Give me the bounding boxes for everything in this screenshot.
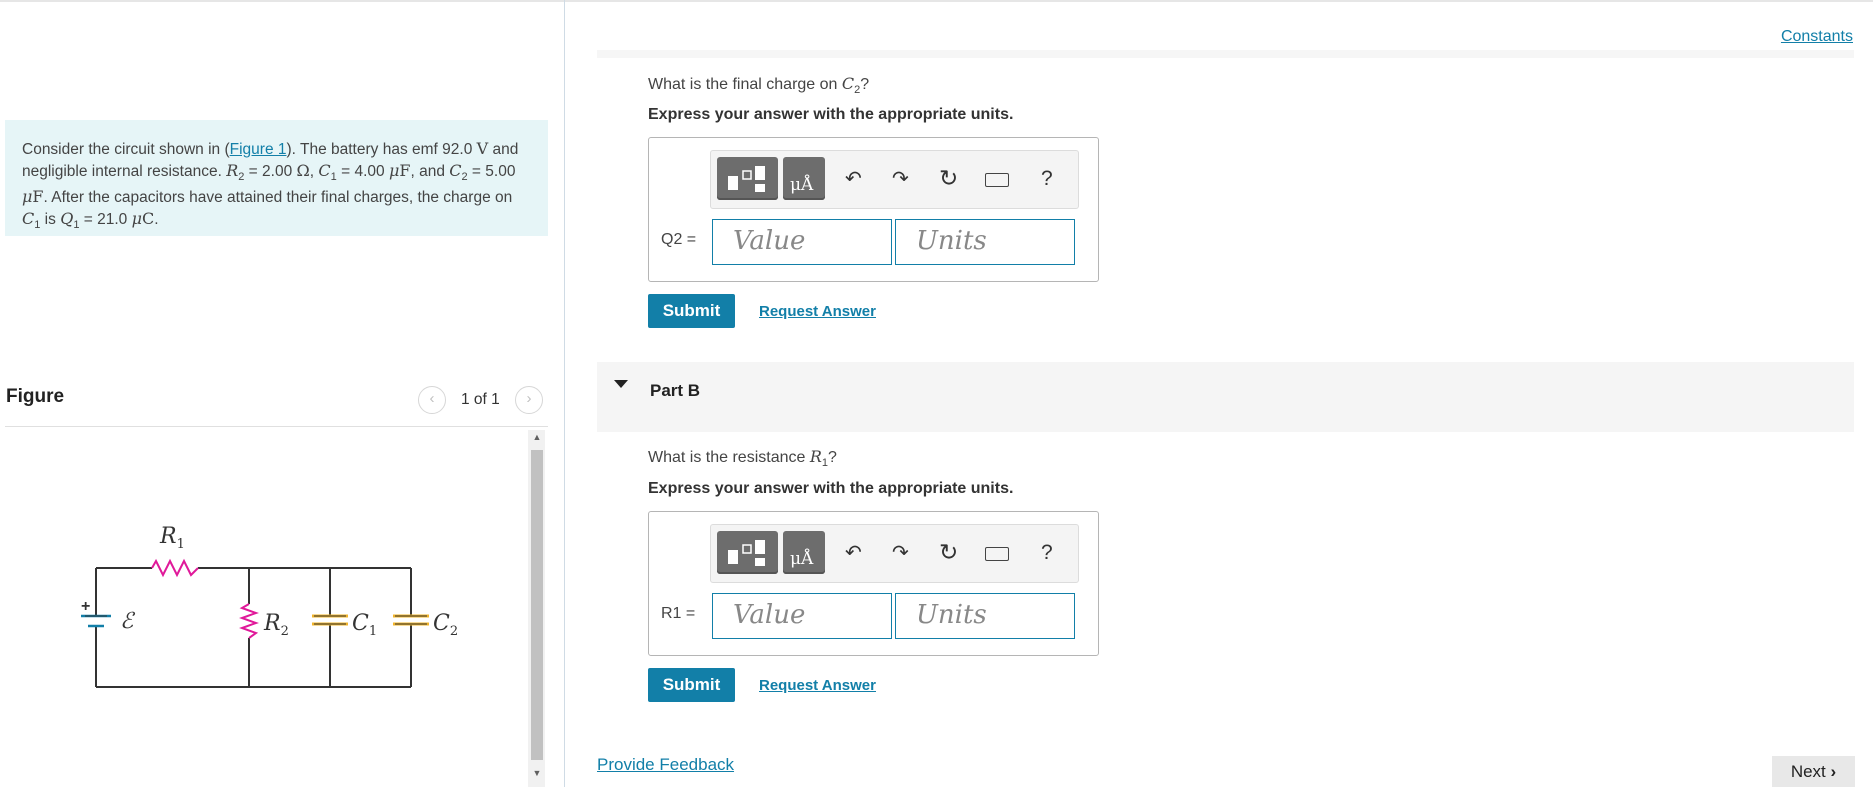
label-r2: R2	[263, 611, 289, 639]
resistor-r1	[151, 558, 199, 578]
chevron-right-icon: ›	[526, 390, 532, 407]
figure-header: Figure ‹ 1 of 1 ›	[5, 384, 548, 427]
svg-text:+: +	[81, 598, 90, 615]
label-c2: C2	[433, 611, 458, 639]
templates-icon	[728, 166, 765, 192]
undo-icon[interactable]: ↶	[845, 540, 862, 565]
units-icon: μÅ	[790, 175, 814, 195]
figure-title: Figure	[6, 386, 65, 407]
label-c1: C1	[352, 611, 377, 639]
r1-units-input[interactable]: Units	[895, 593, 1075, 639]
scroll-up-arrow[interactable]: ▲	[531, 432, 543, 444]
part-a-submit-button[interactable]: Submit	[648, 294, 735, 328]
chevron-left-icon: ‹	[429, 390, 435, 407]
next-button[interactable]: Next ›	[1772, 756, 1855, 787]
redo-icon[interactable]: ↷	[892, 166, 909, 191]
resistor-r2	[239, 603, 259, 639]
caret-down-icon	[614, 380, 628, 388]
templates-button[interactable]	[717, 157, 778, 200]
keyboard-icon[interactable]	[985, 547, 1009, 561]
part-b-submit-button[interactable]: Submit	[648, 668, 735, 702]
part-b-header[interactable]: Part B	[597, 362, 1854, 432]
next-figure-button[interactable]: ›	[515, 386, 543, 414]
units-icon: μÅ	[790, 549, 814, 569]
part-b-label: Part B	[650, 381, 701, 400]
reset-icon[interactable]: ↻	[939, 539, 958, 566]
figure-area: + R1 R2 C1 C2 ℰ	[5, 428, 527, 787]
scrollbar-thumb[interactable]	[531, 450, 543, 760]
constants-link[interactable]: Constants	[1781, 28, 1853, 46]
part-a-answer-box: μÅ ↶ ↷ ↻ ? Q2 = Value Units	[648, 137, 1099, 282]
part-b-answer-box: μÅ ↶ ↷ ↻ ? R1 = Value Units	[648, 511, 1099, 656]
help-icon[interactable]: ?	[1041, 541, 1053, 565]
top-border	[0, 0, 1873, 2]
part-b-request-answer[interactable]: Request Answer	[759, 677, 876, 694]
part-b-question: What is the resistance R1?	[648, 447, 837, 470]
undo-icon[interactable]: ↶	[845, 166, 862, 191]
problem-statement: Consider the circuit shown in (Figure 1)…	[5, 120, 548, 236]
r1-value-input[interactable]: Value	[712, 593, 892, 639]
scroll-down-arrow[interactable]: ▼	[531, 768, 543, 780]
label-emf: ℰ	[120, 609, 136, 634]
q2-value-input[interactable]: Value	[712, 219, 892, 265]
redo-icon[interactable]: ↷	[892, 540, 909, 565]
part-a-header-band	[597, 50, 1854, 58]
templates-icon	[728, 540, 765, 566]
part-a-question: What is the final charge on C2?	[648, 74, 870, 97]
part-a-request-answer[interactable]: Request Answer	[759, 303, 876, 320]
reset-icon[interactable]: ↻	[939, 165, 958, 192]
q2-units-input[interactable]: Units	[895, 219, 1075, 265]
q2-label: Q2 =	[661, 231, 697, 248]
chevron-right-icon: ›	[1830, 761, 1837, 781]
provide-feedback-link[interactable]: Provide Feedback	[597, 755, 734, 775]
templates-button[interactable]	[717, 531, 778, 574]
keyboard-icon[interactable]	[985, 173, 1009, 187]
circuit-diagram: + R1 R2 C1 C2 ℰ	[81, 524, 458, 688]
capacitor-c1	[312, 614, 348, 626]
pane-divider	[564, 0, 565, 787]
math-toolbar: μÅ ↶ ↷ ↻ ?	[710, 524, 1079, 583]
label-r1: R1	[159, 524, 185, 552]
figure-pagination: 1 of 1	[461, 391, 500, 408]
figure-link[interactable]: Figure 1	[230, 141, 287, 158]
part-a-instruction: Express your answer with the appropriate…	[648, 106, 1014, 123]
capacitor-c2	[393, 614, 429, 626]
help-icon[interactable]: ?	[1041, 167, 1053, 191]
part-b-instruction: Express your answer with the appropriate…	[648, 480, 1014, 497]
math-toolbar: μÅ ↶ ↷ ↻ ?	[710, 150, 1079, 209]
prev-figure-button[interactable]: ‹	[418, 386, 446, 414]
r1-label: R1 =	[661, 605, 696, 622]
units-button[interactable]: μÅ	[783, 531, 825, 574]
units-button[interactable]: μÅ	[783, 157, 825, 200]
